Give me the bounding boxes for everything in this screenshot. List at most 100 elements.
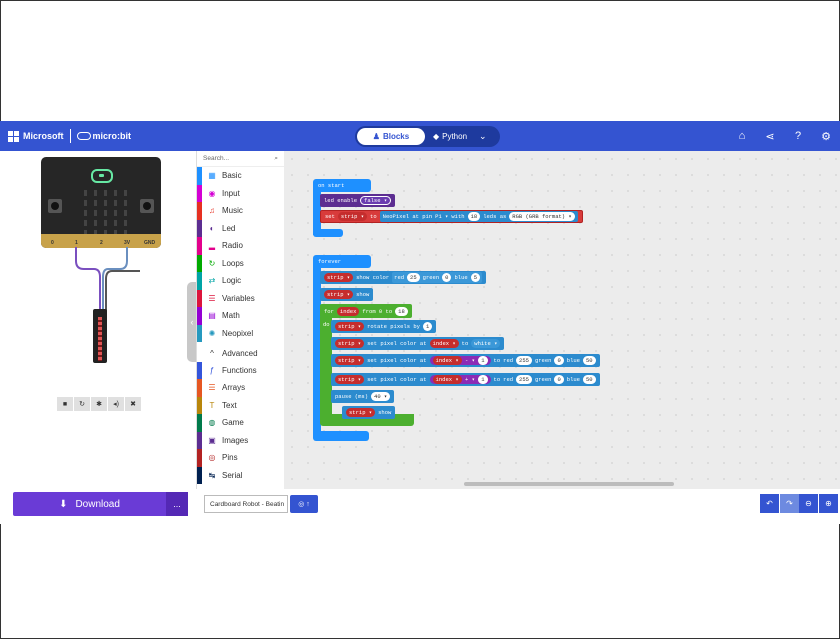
microbit-board[interactable]: 0 1 2 3V GND [41,157,161,248]
stop-icon[interactable]: ■ [57,397,73,411]
red-value-field[interactable]: 255 [516,356,532,365]
blue-value-field[interactable]: 50 [582,356,596,365]
mute-icon[interactable]: ◂) [108,397,124,411]
github-button[interactable]: ◎ ↑ [290,495,318,513]
minus-operator-dropdown[interactable]: - ▾ [465,357,475,364]
category-serial[interactable]: ↹ Serial [197,466,284,484]
index-dropdown[interactable]: index ▾ [432,375,462,384]
green-value-field[interactable]: 0 [442,273,452,282]
plus-expression[interactable]: index ▾ + ▾ 1 [429,375,491,384]
button-b[interactable] [140,199,154,213]
set-strip-block[interactable]: set strip ▾ to NeoPixel at pin P1 ▾ with… [320,210,583,223]
category-advanced[interactable]: ^ Advanced [197,344,284,362]
brand[interactable]: Microsoft micro:bit [8,129,131,143]
strip-variable-dropdown[interactable]: strip ▾ [335,339,365,348]
strip-variable-dropdown[interactable]: strip ▾ [324,273,354,282]
false-dropdown[interactable]: false ▾ [360,196,392,205]
redo-icon[interactable]: ↷ [780,494,799,513]
settings-gear-icon[interactable]: ⚙ [812,130,840,143]
index-dropdown[interactable]: index ▾ [429,339,459,348]
category-led[interactable]: ◐ Led [197,219,284,237]
strip-variable-dropdown[interactable]: strip ▾ [335,322,365,331]
category-functions[interactable]: ƒ Functions [197,361,284,379]
project-name-input[interactable]: Cardboard Robot - Beatin [204,495,288,513]
neopixel-create-block[interactable]: NeoPixel at pin P1 ▾ with 18 leds as RGB… [379,211,578,222]
red-value-field[interactable]: 25 [407,273,420,282]
on-start-block[interactable]: on start [313,179,371,192]
search-input[interactable]: Search... [203,155,229,162]
category-neopixel[interactable]: ✺ Neopixel [197,324,284,342]
category-images[interactable]: ▣ Images [197,431,284,449]
pin-2-label[interactable]: 2 [100,240,103,246]
operand-field[interactable]: 1 [478,356,488,365]
category-pins[interactable]: ◎ Pins [197,449,284,467]
set-pixel-plus-block[interactable]: strip ▾ set pixel color at index ▾ + ▾ 1… [331,373,600,386]
category-logic[interactable]: ⇄ Logic [197,272,284,290]
strip-variable-dropdown[interactable]: strip ▾ [337,212,368,221]
rgb-block[interactable]: red 25 green 0 blue 5 [392,272,482,283]
green-value-field[interactable]: 0 [554,375,564,384]
pin-dropdown[interactable]: P1 ▾ [435,213,448,220]
button-a[interactable] [48,199,62,213]
workspace-horizontal-scrollbar[interactable] [464,482,674,486]
rgb-format-dropdown[interactable]: RGB (GRB format) ▾ [509,212,575,221]
category-basic[interactable]: ▦ Basic [197,167,284,185]
index-dropdown[interactable]: index ▾ [432,356,462,365]
category-game[interactable]: ◍ Game [197,414,284,432]
show-color-block[interactable]: strip ▾ show color red 25 green 0 blue 5 [320,271,486,284]
led-count-field[interactable]: 18 [467,212,481,221]
index-variable[interactable]: index [336,306,360,316]
toolbox-search[interactable]: Search... ⌕ [197,151,284,167]
zoom-out-icon[interactable]: ⊖ [799,494,818,513]
white-color-dropdown[interactable]: white ▾ [471,339,501,348]
home-icon[interactable]: ⌂ [728,130,756,142]
python-mode-button[interactable]: ◆ Python [425,132,475,141]
pin-1-label[interactable]: 1 [75,240,78,246]
download-button[interactable]: ⬇ Download [13,492,166,516]
download-more-button[interactable]: ... [166,492,188,516]
green-value-field[interactable]: 0 [554,356,564,365]
face-logo-icon[interactable] [91,169,113,183]
operand-field[interactable]: 1 [478,375,488,384]
strip-show-block[interactable]: strip ▾ show [320,288,374,301]
pin-0-label[interactable]: 0 [51,240,54,246]
rotate-value-field[interactable]: 1 [422,322,433,331]
fullscreen-icon[interactable]: ✖ [125,397,141,411]
led-enable-block[interactable]: led enable false ▾ [320,194,396,207]
undo-icon[interactable]: ↶ [760,494,779,513]
category-arrays[interactable]: ☰ Arrays [197,379,284,397]
set-pixel-minus-block[interactable]: strip ▾ set pixel color at index ▾ - ▾ 1… [331,354,600,367]
category-loops[interactable]: ↻ Loops [197,254,284,272]
blue-value-field[interactable]: 50 [582,375,596,384]
zoom-in-icon[interactable]: ⊕ [819,494,838,513]
strip-variable-dropdown[interactable]: strip ▾ [335,356,365,365]
category-math[interactable]: ▤ Math [197,307,284,325]
category-text[interactable]: T Text [197,396,284,414]
category-music[interactable]: ♫ Music [197,202,284,220]
blocks-mode-button[interactable]: ♟ Blocks [357,128,425,145]
for-end-field[interactable]: 18 [395,306,408,316]
help-icon[interactable]: ? [784,130,812,142]
set-pixel-white-block[interactable]: strip ▾ set pixel color at index ▾ to wh… [331,337,505,350]
strip-show-block-2[interactable]: strip ▾ show [342,406,396,419]
category-input[interactable]: ◉ Input [197,184,284,202]
plus-operator-dropdown[interactable]: + ▾ [465,376,475,383]
strip-variable-dropdown[interactable]: strip ▾ [324,290,354,299]
minus-expression[interactable]: index ▾ - ▾ 1 [429,356,491,365]
restart-icon[interactable]: ↻ [74,397,90,411]
for-loop-block[interactable]: for index from 0 to 18 [320,304,412,318]
category-radio[interactable]: ▂ Radio [197,237,284,255]
chevron-down-icon[interactable]: ⌄ [479,131,487,142]
rotate-pixels-block[interactable]: strip ▾ rotate pixels by 1 [331,320,437,333]
forever-block[interactable]: forever [313,255,371,268]
blue-value-field[interactable]: 5 [470,273,480,282]
share-icon[interactable]: ⋖ [756,130,784,143]
search-icon[interactable]: ⌕ [274,155,278,163]
blocks-workspace[interactable]: on start led enable false ▾ set strip ▾ … [284,151,840,489]
pause-duration-dropdown[interactable]: 40 ▾ [371,392,391,401]
red-value-field[interactable]: 255 [516,375,532,384]
pause-block[interactable]: pause (ms) 40 ▾ [331,390,395,403]
category-variables[interactable]: ☰ Variables [197,289,284,307]
strip-variable-dropdown[interactable]: strip ▾ [335,375,365,384]
strip-variable-dropdown[interactable]: strip ▾ [346,408,376,417]
